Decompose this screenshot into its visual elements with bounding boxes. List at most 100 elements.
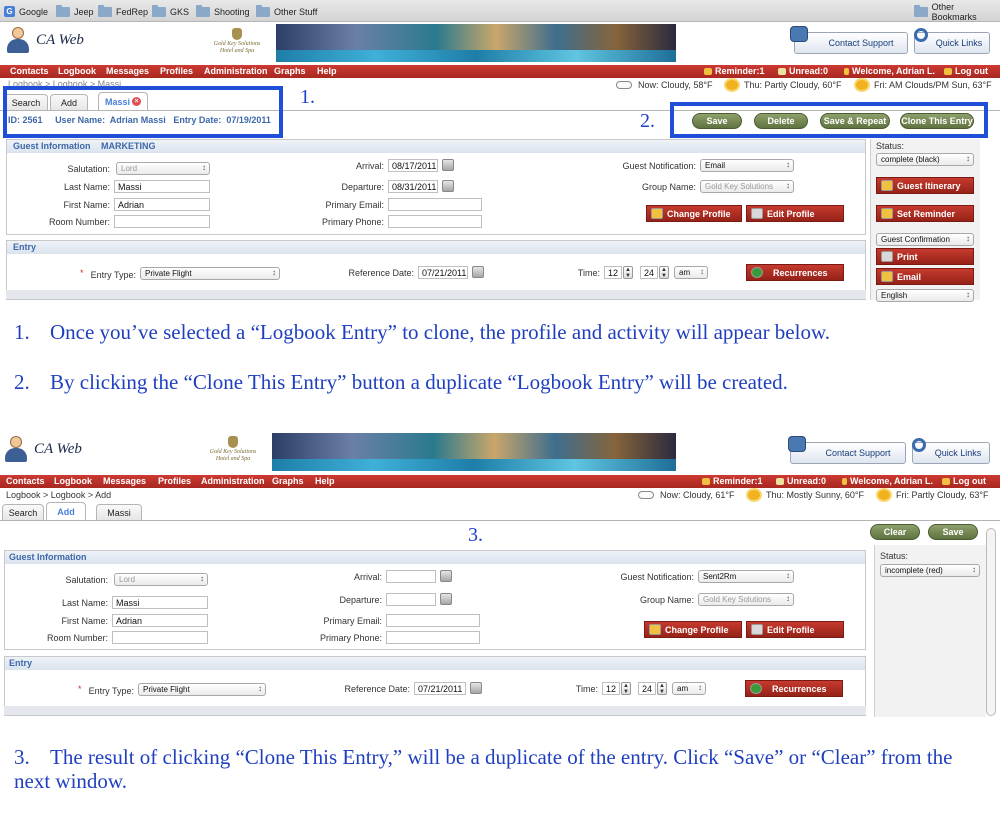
recurrences-button[interactable]: Recurrences: [746, 264, 844, 281]
nav-welcome: Welcome, Adrian L.: [842, 476, 933, 486]
nav-graphs[interactable]: Graphs: [274, 66, 306, 76]
nav-unread[interactable]: Unread:0: [778, 66, 828, 76]
email-field[interactable]: [388, 198, 482, 211]
envelope-icon: [778, 68, 786, 75]
minute-stepper-icon[interactable]: ▲ ▼: [657, 682, 667, 695]
departure-label: Departure:: [339, 595, 382, 605]
arrival-field[interactable]: [386, 570, 436, 583]
nav-help[interactable]: Help: [315, 476, 335, 486]
hour-stepper-icon[interactable]: ▲ ▼: [623, 266, 633, 279]
hour-field[interactable]: 12: [602, 682, 620, 695]
notification-select[interactable]: Email: [700, 159, 794, 172]
minute-stepper-icon[interactable]: ▲ ▼: [659, 266, 669, 279]
departure-field[interactable]: [386, 593, 436, 606]
step-number-2: 2.: [640, 110, 655, 132]
recurrences-button[interactable]: Recurrences: [745, 680, 843, 697]
reference-date-field[interactable]: 07/21/2011: [418, 266, 468, 279]
room-field[interactable]: [112, 631, 208, 644]
nav-contacts[interactable]: Contacts: [6, 476, 45, 486]
reference-date-field[interactable]: 07/21/2011: [414, 682, 466, 695]
tab-massi[interactable]: Massi: [96, 504, 142, 520]
clear-button[interactable]: Clear: [870, 524, 920, 540]
lastname-field[interactable]: Massi: [114, 180, 210, 193]
contact-support-button[interactable]: Contact Support: [790, 442, 906, 464]
highlight-box-1: [3, 86, 283, 138]
calendar-icon[interactable]: [470, 682, 482, 694]
change-profile-button[interactable]: Change Profile: [646, 205, 742, 222]
notification-select[interactable]: Sent2Rm: [698, 570, 794, 583]
entry-type-select[interactable]: Private Flight: [138, 683, 266, 696]
hour-stepper-icon[interactable]: ▲ ▼: [621, 682, 631, 695]
calendar-icon[interactable]: [440, 570, 452, 582]
hour-field[interactable]: 12: [604, 266, 622, 279]
save-button[interactable]: Save: [928, 524, 978, 540]
calendar-icon[interactable]: [472, 266, 484, 278]
lastname-field[interactable]: Massi: [112, 596, 208, 609]
nav-administration[interactable]: Administration: [204, 66, 268, 76]
group-select[interactable]: Gold Key Solutions: [700, 180, 794, 193]
status-select[interactable]: incomplete (red): [880, 564, 980, 577]
entry-type-select[interactable]: Private Flight: [140, 267, 280, 280]
marketing-tab[interactable]: MARKETING: [101, 141, 156, 151]
ampm-select[interactable]: am: [674, 266, 708, 279]
nav-logout[interactable]: Log out: [942, 476, 986, 486]
nav-reminder[interactable]: Reminder:1: [704, 66, 765, 76]
nav-messages[interactable]: Messages: [103, 476, 146, 486]
tab-add[interactable]: Add: [46, 502, 86, 520]
minute-field[interactable]: 24: [640, 266, 658, 279]
edit-profile-button[interactable]: Edit Profile: [746, 205, 844, 222]
minute-field[interactable]: 24: [638, 682, 656, 695]
bookmark-google[interactable]: G Google: [4, 5, 48, 18]
contact-support-button[interactable]: Contact Support: [794, 32, 908, 54]
salutation-select[interactable]: Lord: [114, 573, 208, 586]
nav-logbook[interactable]: Logbook: [54, 476, 92, 486]
instruction-1: 1. Once you’ve selected a “Logbook Entry”…: [14, 320, 831, 344]
nav-logout[interactable]: Log out: [944, 66, 988, 76]
set-reminder-button[interactable]: Set Reminder: [876, 205, 974, 222]
nav-graphs[interactable]: Graphs: [272, 476, 304, 486]
app-logo[interactable]: CA Web: [6, 27, 84, 53]
nav-contacts[interactable]: Contacts: [10, 66, 49, 76]
app-logo[interactable]: CA Web: [4, 436, 82, 462]
phone-field[interactable]: [388, 215, 482, 228]
highlight-box-2: [670, 102, 988, 138]
bookmark-jeep[interactable]: Jeep: [56, 4, 94, 18]
tab-search[interactable]: Search: [2, 504, 44, 520]
nav-messages[interactable]: Messages: [106, 66, 149, 76]
bookmark-other-bookmarks[interactable]: Other Bookmarks: [914, 2, 1000, 22]
email-button[interactable]: Email: [876, 268, 974, 285]
scrollbar[interactable]: [986, 528, 996, 716]
email-field[interactable]: [386, 614, 480, 627]
phone-field[interactable]: [386, 631, 480, 644]
status-select[interactable]: complete (black): [876, 153, 974, 166]
calendar-icon[interactable]: [440, 593, 452, 605]
room-field[interactable]: [114, 215, 210, 228]
edit-profile-button[interactable]: Edit Profile: [746, 621, 844, 638]
nav-profiles[interactable]: Profiles: [158, 476, 191, 486]
arrival-field[interactable]: 08/17/2011: [388, 159, 438, 172]
calendar-icon[interactable]: [442, 180, 454, 192]
folder-icon: [914, 4, 928, 17]
nav-administration[interactable]: Administration: [201, 476, 265, 486]
guest-itinerary-button[interactable]: Guest Itinerary: [876, 177, 974, 194]
bookmark-other-stuff[interactable]: Other Stuff: [256, 4, 317, 18]
group-select[interactable]: Gold Key Solutions: [698, 593, 794, 606]
salutation-select[interactable]: Lord: [116, 162, 210, 175]
nav-reminder[interactable]: Reminder:1: [702, 476, 763, 486]
nav-profiles[interactable]: Profiles: [160, 66, 193, 76]
change-profile-button[interactable]: Change Profile: [644, 621, 742, 638]
calendar-icon[interactable]: [442, 159, 454, 171]
language-select[interactable]: English: [876, 289, 974, 302]
confirmation-select[interactable]: Guest Confirmation: [876, 233, 974, 246]
nav-unread[interactable]: Unread:0: [776, 476, 826, 486]
firstname-field[interactable]: Adrian: [114, 198, 210, 211]
nav-logbook[interactable]: Logbook: [58, 66, 96, 76]
ampm-select[interactable]: am: [672, 682, 706, 695]
nav-help[interactable]: Help: [317, 66, 337, 76]
bookmark-gks[interactable]: GKS: [152, 4, 189, 18]
departure-field[interactable]: 08/31/2011: [388, 180, 438, 193]
bookmark-shooting[interactable]: Shooting: [196, 4, 250, 18]
bookmark-fedrep[interactable]: FedRep: [98, 4, 148, 18]
print-button[interactable]: Print: [876, 248, 974, 265]
firstname-field[interactable]: Adrian: [112, 614, 208, 627]
